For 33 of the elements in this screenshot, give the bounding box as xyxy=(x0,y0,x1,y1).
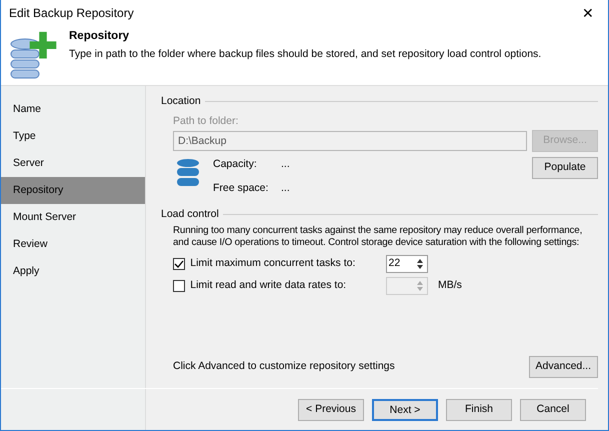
unit-label: MB/s xyxy=(438,278,462,294)
advanced-hint: Click Advanced to customize repository settings xyxy=(173,359,395,374)
checkbox[interactable] xyxy=(173,280,185,292)
wizard-step[interactable]: Server xyxy=(1,150,145,177)
capacity-value: ... xyxy=(281,156,290,172)
close-button[interactable]: ✕ xyxy=(576,2,600,24)
wizard-step[interactable]: Type xyxy=(1,123,145,150)
free-space-value: ... xyxy=(281,180,290,196)
group-label: Location xyxy=(161,94,201,109)
wizard-step[interactable]: Name xyxy=(1,96,145,123)
window-title: Edit Backup Repository xyxy=(9,5,134,22)
wizard-button[interactable]: Next > xyxy=(372,398,438,420)
wizard-step[interactable]: Review xyxy=(1,231,145,258)
wizard-step[interactable]: Mount Server xyxy=(1,204,145,231)
number-spinner[interactable]: 22 xyxy=(386,254,428,273)
wizard-step[interactable]: Repository xyxy=(1,177,145,204)
field-label: Path to folder: xyxy=(173,114,240,129)
checkbox-label: Limit read and write data rates to: xyxy=(190,278,348,294)
group-label: Load control xyxy=(161,206,219,222)
populate-button[interactable]: Populate xyxy=(532,156,598,179)
wizard-button[interactable]: Finish xyxy=(446,398,512,420)
wizard-step[interactable]: Apply xyxy=(1,258,145,285)
checkbox-label: Limit maximum concurrent tasks to: xyxy=(190,256,356,272)
load-control-description: Running too many concurrent tasks against the same repository may reduce overall performance, and cause I/O operations to timeout. Control storage device saturation with the following settings: xyxy=(173,224,584,250)
page-description: Type in path to the folder where backup files should be stored, and set repository load control options. xyxy=(69,46,542,62)
wizard-button[interactable]: Cancel xyxy=(520,398,586,420)
free-space-label: Free space: xyxy=(213,180,270,196)
page-heading: Repository xyxy=(69,30,130,44)
capacity-label: Capacity: xyxy=(213,156,258,172)
database-icon xyxy=(177,158,199,187)
wizard-button[interactable]: < Previous xyxy=(298,398,364,420)
checkbox[interactable] xyxy=(173,258,185,270)
advanced-button[interactable]: Advanced... xyxy=(528,356,598,378)
